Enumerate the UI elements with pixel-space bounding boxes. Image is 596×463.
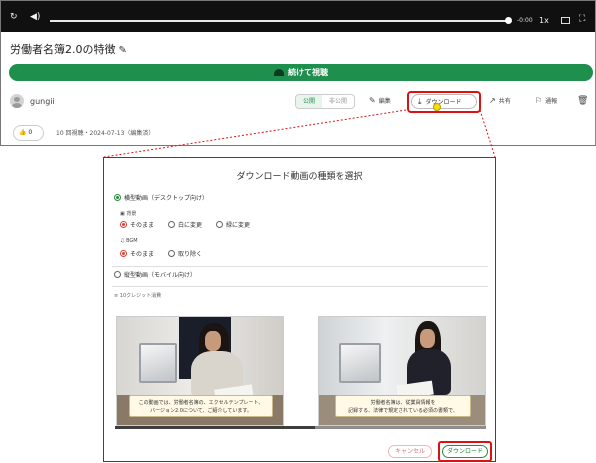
background-option-keep[interactable]: そのまま	[120, 221, 154, 230]
page: ↻ ◀) -0:00 1x ⛶ 労働者名簿2.0の特徴 ✎ 続けて視聴 gungi…	[0, 0, 596, 463]
background-heading: ▣ 背景	[120, 210, 136, 217]
preview-scrollbar[interactable]	[115, 426, 486, 429]
radio[interactable]	[114, 271, 121, 278]
dialog-title: ダウンロード動画の種類を選択	[236, 172, 363, 182]
landscape-option[interactable]: 横型動画（デスクトップ向け）	[114, 194, 208, 203]
preview-thumbnail-2[interactable]: 労働者名簿は、従業員情報を 記録する、法律で規定されている必須の書類で、	[318, 316, 486, 426]
thumb-monitor	[339, 343, 381, 383]
image-icon: ▣	[120, 211, 125, 217]
coin-icon: ≡	[114, 293, 119, 299]
thumb-monitor	[139, 343, 177, 383]
cancel-button[interactable]: キャンセル	[388, 445, 432, 458]
background-option-green[interactable]: 緑に変更	[216, 221, 250, 230]
thumb-caption-1: この動画では、労働者名簿の、エクセルテンプレート、 バージョン2.0について、ご…	[129, 395, 273, 417]
landscape-label: 横型動画（デスクトップ向け）	[124, 195, 209, 202]
thumb-person-face	[420, 329, 435, 348]
music-icon: ♫	[120, 238, 125, 244]
preview-thumbnail-1[interactable]: この動画では、労働者名簿の、エクセルテンプレート、 バージョン2.0について、ご…	[116, 316, 284, 426]
divider	[112, 286, 488, 287]
thumb-caption-2: 労働者名簿は、従業員情報を 記録する、法律で規定されている必須の書類で、	[335, 395, 471, 417]
credits-label: 10クレジット消費	[119, 293, 162, 299]
bgm-option-remove[interactable]: 取り除く	[168, 250, 202, 259]
radio-selected[interactable]	[114, 194, 121, 201]
radio[interactable]	[216, 221, 223, 228]
option-label: 取り除く	[178, 251, 203, 258]
download-type-dialog: ダウンロード動画の種類を選択 横型動画（デスクトップ向け） ▣ 背景 そのまま …	[103, 157, 496, 462]
radio[interactable]	[168, 221, 175, 228]
portrait-label: 縦型動画（モバイル向け）	[124, 272, 197, 279]
option-label: そのまま	[130, 222, 155, 229]
caption-line: 労働者名簿は、従業員情報を	[370, 400, 436, 406]
caption-line: 記録する、法律で規定されている必須の書類で、	[348, 408, 458, 414]
portrait-option[interactable]: 縦型動画（モバイル向け）	[114, 271, 196, 280]
confirm-download-button[interactable]: ダウンロード	[442, 445, 488, 458]
radio-selected[interactable]	[120, 250, 127, 257]
bgm-heading: ♫ BGM	[120, 238, 138, 244]
radio[interactable]	[168, 250, 175, 257]
option-label: そのまま	[130, 251, 155, 258]
background-label: 背景	[126, 211, 137, 217]
bgm-label: BGM	[126, 238, 138, 244]
bgm-option-keep[interactable]: そのまま	[120, 250, 154, 259]
thumb-person-face	[205, 331, 221, 351]
radio-selected[interactable]	[120, 221, 127, 228]
option-label: 緑に変更	[226, 222, 251, 229]
caption-line: バージョン2.0について、ご紹介しています。	[150, 408, 252, 414]
background-option-white[interactable]: 白に変更	[168, 221, 202, 230]
credits-note: ≡ 10クレジット消費	[114, 292, 161, 299]
caption-line: この動画では、労働者名簿の、エクセルテンプレート、	[138, 400, 264, 406]
scrollbar-thumb[interactable]	[115, 426, 315, 429]
divider	[112, 266, 488, 267]
option-label: 白に変更	[178, 222, 203, 229]
